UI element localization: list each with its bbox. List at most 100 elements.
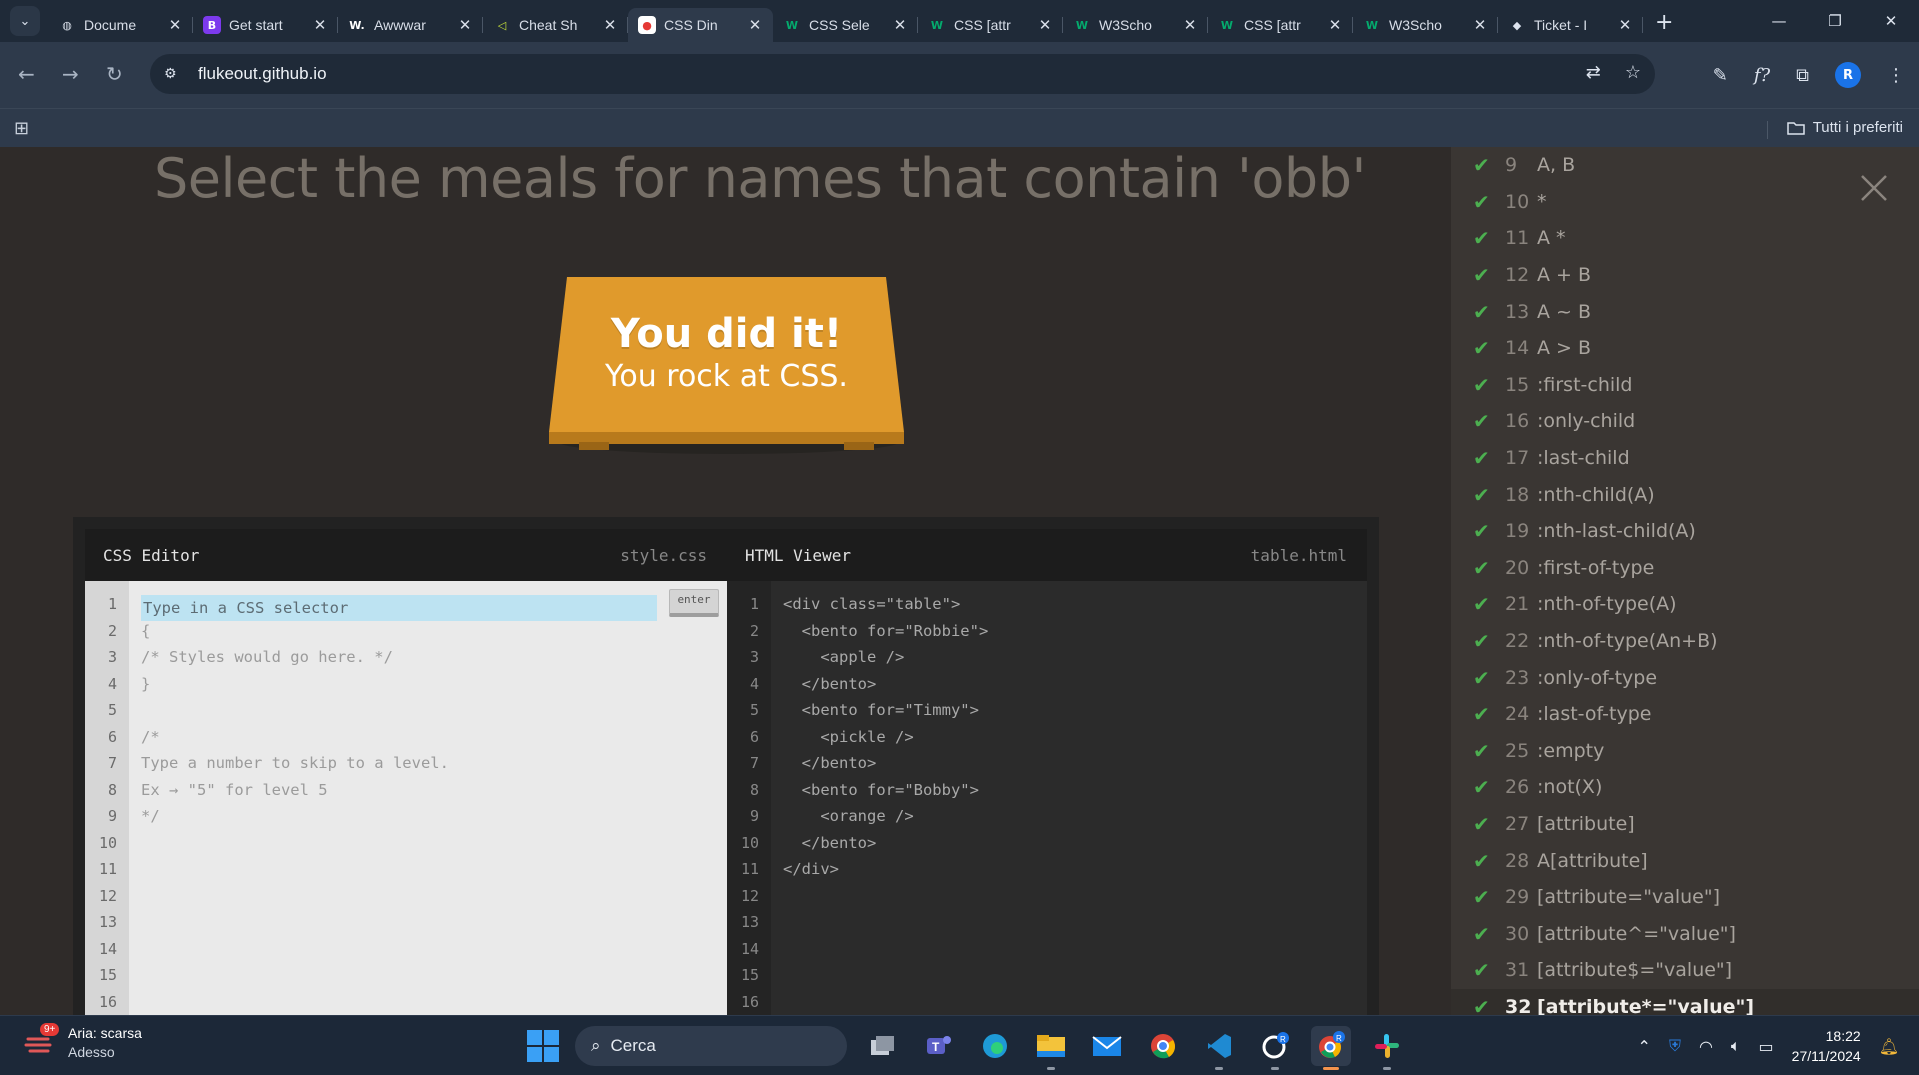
browser-tab[interactable]: W. Awwwar ✕: [338, 8, 483, 42]
url-text[interactable]: flukeout.github.io: [198, 64, 327, 84]
browser-tab[interactable]: ◆ Ticket - I ✕: [1498, 8, 1643, 42]
new-tab-button[interactable]: +: [1655, 10, 1673, 35]
chrome-profile-icon[interactable]: R: [1311, 1026, 1351, 1070]
level-item[interactable]: ✔ 23:only-of-type: [1451, 659, 1919, 696]
extension-pen-icon[interactable]: ✎: [1713, 65, 1728, 86]
tab-title: Docume: [84, 17, 137, 33]
browser-tab[interactable]: ◁ Cheat Sh ✕: [483, 8, 628, 42]
extensions-puzzle-icon[interactable]: ⧉: [1796, 65, 1809, 86]
translate-icon[interactable]: ⇄: [1586, 62, 1601, 83]
notification-bell-icon[interactable]: 🔔︎: [1879, 1037, 1899, 1056]
more-menu-icon[interactable]: ⋮: [1887, 65, 1905, 86]
level-item[interactable]: ✔ 22:nth-of-type(An+B): [1451, 623, 1919, 660]
line-number: 8: [107, 780, 117, 799]
tab-close-icon[interactable]: ✕: [1327, 16, 1343, 34]
function-extension-icon[interactable]: f?: [1754, 65, 1770, 86]
level-item[interactable]: ✔ 28 A[attribute]: [1451, 842, 1919, 879]
level-item[interactable]: ✔ 16:only-child: [1451, 403, 1919, 440]
browser-tab[interactable]: ◍ Docume ✕: [48, 8, 193, 42]
level-item[interactable]: ✔ 24:last-of-type: [1451, 696, 1919, 733]
browser-tab[interactable]: W W3Scho ✕: [1063, 8, 1208, 42]
tab-close-icon[interactable]: ✕: [1617, 16, 1633, 34]
level-item[interactable]: ✔ 17:last-child: [1451, 440, 1919, 477]
browser-tab[interactable]: B Get start ✕: [193, 8, 338, 42]
level-item[interactable]: ✔ 25:empty: [1451, 733, 1919, 770]
battery-icon[interactable]: ▭: [1759, 1037, 1774, 1056]
level-item[interactable]: ✔ 32 [attribute*="value"]: [1451, 988, 1919, 1015]
browser-tab[interactable]: W CSS Sele ✕: [773, 8, 918, 42]
tab-close-icon[interactable]: ✕: [1472, 16, 1488, 34]
tab-close-icon[interactable]: ✕: [1037, 16, 1053, 34]
css-code-area: enter {/* Styles would go here. */} /* Typ…: [129, 581, 727, 1015]
level-item[interactable]: ✔ 11 A *: [1451, 220, 1919, 257]
checkmark-icon: ✔: [1473, 848, 1490, 873]
checkmark-icon: ✔: [1473, 336, 1490, 361]
level-item[interactable]: ✔ 20:first-of-type: [1451, 550, 1919, 587]
browser-tab[interactable]: W CSS [attr ✕: [1208, 8, 1353, 42]
show-hidden-icons-icon[interactable]: ⌃: [1638, 1037, 1651, 1056]
browser-tab[interactable]: ● CSS Din ✕: [628, 8, 773, 42]
level-item[interactable]: ✔ 30 [attribute^="value"]: [1451, 916, 1919, 953]
edge-icon[interactable]: [975, 1026, 1015, 1066]
wifi-icon[interactable]: ◠: [1699, 1037, 1713, 1056]
level-number: 21: [1505, 593, 1530, 616]
tab-close-icon[interactable]: ✕: [1182, 16, 1198, 34]
tab-close-icon[interactable]: ✕: [167, 16, 183, 34]
tab-close-icon[interactable]: ✕: [892, 16, 908, 34]
checkmark-icon: ✔: [1473, 409, 1490, 434]
tab-close-icon[interactable]: ✕: [602, 16, 618, 34]
level-item[interactable]: ✔ 14 A > B: [1451, 330, 1919, 367]
profile-avatar[interactable]: R: [1835, 62, 1861, 88]
github-icon[interactable]: R: [1255, 1026, 1295, 1070]
level-item[interactable]: ✔ 10 *: [1451, 184, 1919, 221]
level-item[interactable]: ✔ 9 A, B: [1451, 147, 1919, 184]
level-item[interactable]: ✔ 27 [attribute]: [1451, 806, 1919, 843]
level-item[interactable]: ✔ 15:first-child: [1451, 367, 1919, 404]
mail-icon[interactable]: [1087, 1026, 1127, 1066]
level-number: 24: [1505, 703, 1530, 726]
forward-button[interactable]: →: [62, 62, 79, 86]
level-item[interactable]: ✔ 21:nth-of-type(A): [1451, 586, 1919, 623]
tab-close-icon[interactable]: ✕: [457, 16, 473, 34]
address-bar[interactable]: ⚙ flukeout.github.io ⇄ ☆: [150, 54, 1655, 94]
taskbar-search[interactable]: ⌕ Cerca: [575, 1026, 847, 1066]
browser-tab[interactable]: W W3Scho ✕: [1353, 8, 1498, 42]
tab-search-button[interactable]: ⌄: [10, 6, 40, 36]
level-selector: :last-child: [1537, 447, 1630, 470]
level-item[interactable]: ✔ 12 A + B: [1451, 257, 1919, 294]
level-item[interactable]: ✔ 18:nth-child(A): [1451, 476, 1919, 513]
css-selector-input[interactable]: [141, 595, 657, 621]
level-number: 20: [1505, 556, 1530, 579]
back-button[interactable]: ←: [18, 62, 35, 86]
volume-icon[interactable]: 🔈︎: [1731, 1036, 1741, 1056]
clock[interactable]: 18:22 27/11/2024: [1792, 1026, 1861, 1066]
windows-start-icon[interactable]: [527, 1030, 559, 1062]
all-bookmarks-folder[interactable]: Tutti i preferiti: [1766, 119, 1903, 139]
defender-shield-icon[interactable]: ⛨: [1669, 1036, 1681, 1056]
close-window-button[interactable]: ✕: [1863, 0, 1919, 42]
bookmark-star-icon[interactable]: ☆: [1625, 62, 1641, 83]
site-info-icon[interactable]: ⚙: [164, 66, 186, 82]
enter-button[interactable]: enter: [669, 589, 719, 617]
teams-icon[interactable]: T: [919, 1026, 959, 1066]
level-item[interactable]: ✔ 31 [attribute$="value"]: [1451, 952, 1919, 989]
level-item[interactable]: ✔ 19:nth-last-child(A): [1451, 513, 1919, 550]
minimize-button[interactable]: —: [1751, 0, 1807, 42]
restore-button[interactable]: ❐: [1807, 0, 1863, 42]
weather-widget[interactable]: 9+ Aria: scarsa Adesso: [22, 1023, 142, 1062]
reload-button[interactable]: ↻: [106, 62, 123, 86]
tab-close-icon[interactable]: ✕: [747, 16, 763, 34]
level-item[interactable]: ✔ 13 A ~ B: [1451, 293, 1919, 330]
level-item[interactable]: ✔ 26:not(X): [1451, 769, 1919, 806]
file-explorer-icon[interactable]: [1031, 1026, 1071, 1070]
vscode-icon[interactable]: [1199, 1026, 1239, 1070]
apps-grid-icon[interactable]: ⊞: [14, 118, 29, 139]
task-view-icon[interactable]: [863, 1026, 903, 1066]
tab-close-icon[interactable]: ✕: [312, 16, 328, 34]
css-editor: CSS Editor style.css 1 2 3 4 5 6 7 8 9 10 11 12 13 14…: [85, 529, 727, 1015]
slack-icon[interactable]: [1367, 1026, 1407, 1070]
chrome-icon[interactable]: [1143, 1026, 1183, 1066]
browser-tab[interactable]: W CSS [attr ✕: [918, 8, 1063, 42]
level-item[interactable]: ✔ 29 [attribute="value"]: [1451, 879, 1919, 916]
